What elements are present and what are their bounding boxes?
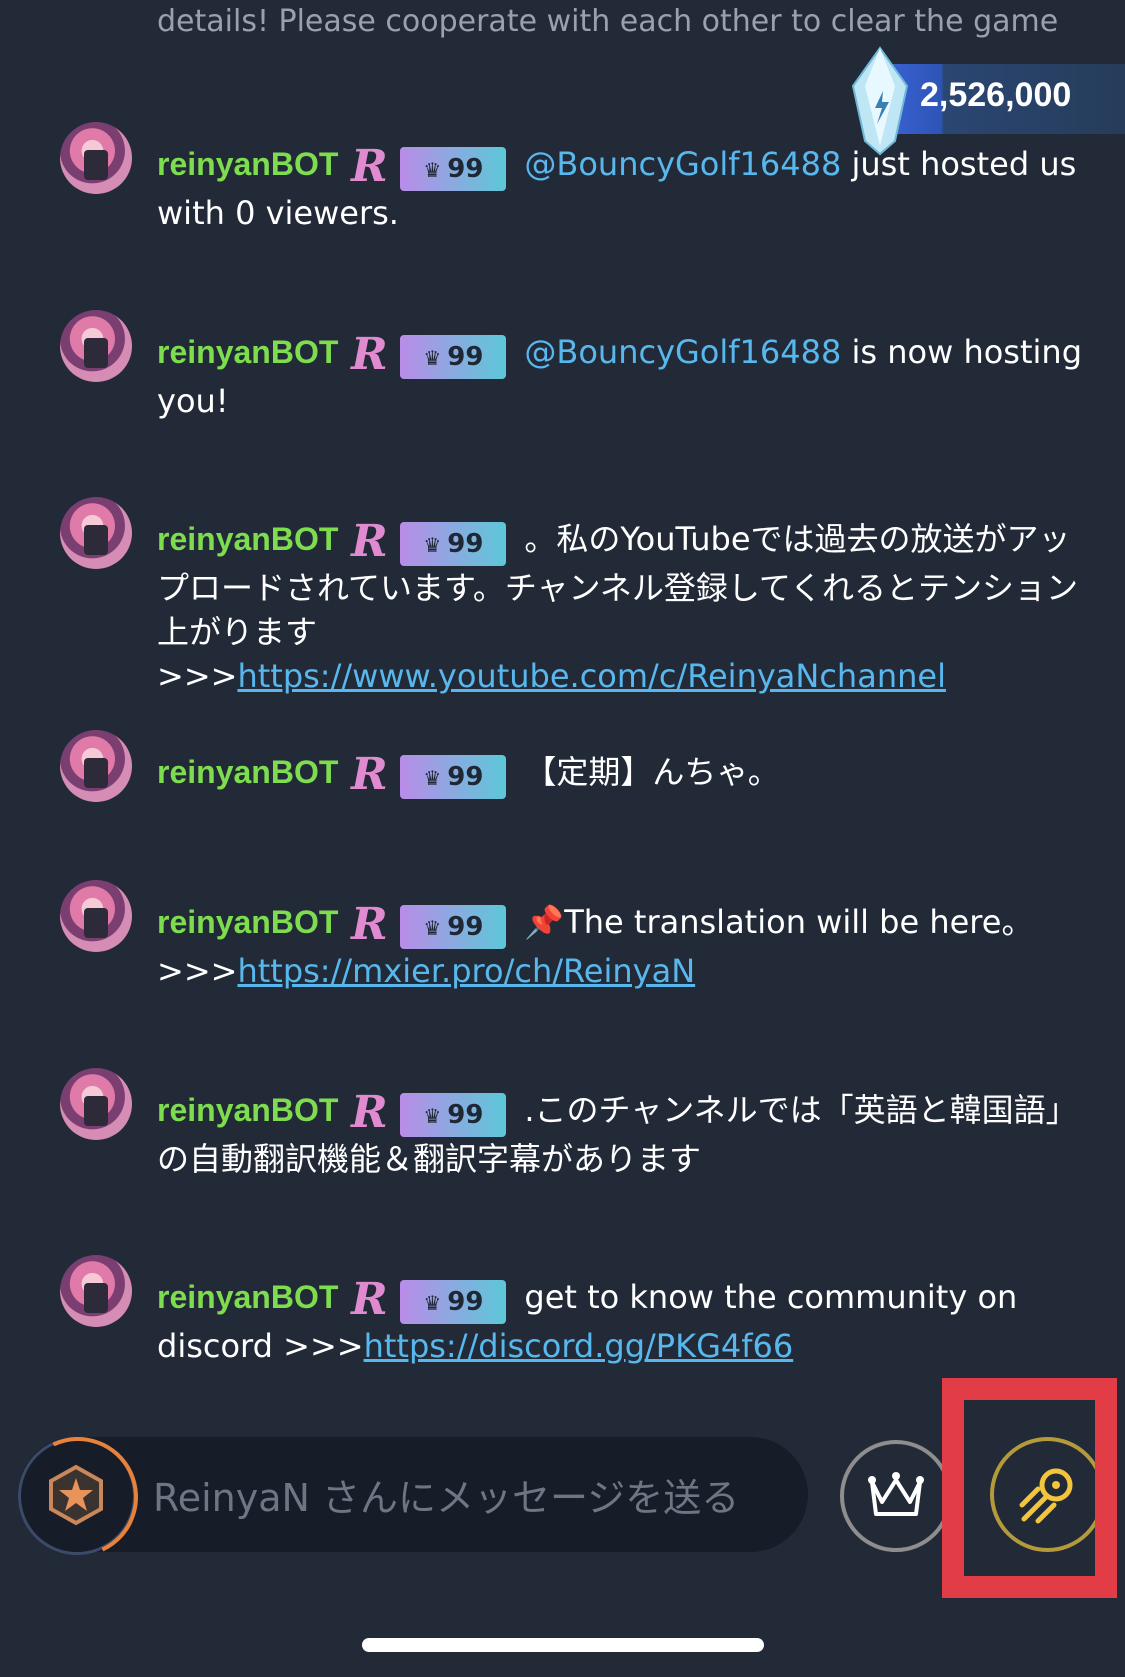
message-link[interactable]: https://www.youtube.com/c/ReinyaNchannel — [237, 657, 946, 695]
r-badge-icon: R — [351, 329, 388, 380]
r-badge-icon: R — [351, 141, 388, 192]
crown-small-icon: ♛ — [423, 766, 442, 790]
message-link[interactable]: https://discord.gg/PKG4f66 — [364, 1327, 794, 1365]
username[interactable]: reinyanBOT — [157, 1092, 338, 1128]
highlight-annotation — [942, 1378, 1117, 1598]
level-badge: ♛ 99 — [400, 905, 507, 949]
message-body: reinyanBOT R ♛ 99 【定期】んちゃ。 — [157, 750, 1102, 799]
username[interactable]: reinyanBOT — [157, 146, 338, 182]
crown-small-icon: ♛ — [423, 1291, 442, 1315]
user-mention[interactable]: @BouncyGolf16488 — [524, 333, 841, 371]
level-value: 99 — [447, 912, 484, 942]
crown-small-icon: ♛ — [423, 533, 442, 557]
username[interactable]: reinyanBOT — [157, 521, 338, 557]
username[interactable]: reinyanBOT — [157, 1279, 338, 1315]
r-badge-icon: R — [351, 899, 388, 950]
crown-small-icon: ♛ — [423, 916, 442, 940]
username[interactable]: reinyanBOT — [157, 334, 338, 370]
r-badge-icon: R — [351, 1087, 388, 1138]
user-avatar[interactable] — [60, 310, 132, 382]
level-badge: ♛ 99 — [400, 755, 507, 799]
level-value: 99 — [447, 1100, 484, 1130]
level-badge: ♛ 99 — [400, 522, 507, 566]
level-value: 99 — [447, 529, 484, 559]
user-avatar[interactable] — [60, 1255, 132, 1327]
crown-small-icon: ♛ — [423, 158, 442, 182]
r-badge-icon: R — [351, 749, 388, 800]
level-value: 99 — [447, 154, 484, 184]
message-input-bar[interactable]: ReinyaN さんにメッセージを送る — [1, 1420, 808, 1574]
message-body: reinyanBOT R ♛ 99 .このチャンネルでは「英語と韓国語」の自動翻訳機能＆… — [157, 1088, 1102, 1181]
level-badge: ♛ 99 — [400, 1093, 507, 1137]
message-body: reinyanBOT R ♛ 99 @BouncyGolf16488 just host… — [157, 142, 1102, 235]
message-body: reinyanBOT R ♛ 99 。私のYouTubeでは過去の放送がアップロードされ… — [157, 517, 1102, 698]
crown-icon — [868, 1472, 924, 1516]
level-value: 99 — [447, 1287, 484, 1317]
username[interactable]: reinyanBOT — [157, 754, 338, 790]
message-text: 【定期】んちゃ。 — [524, 753, 780, 791]
user-level-avatar[interactable] — [1, 1420, 155, 1574]
r-badge-icon: R — [351, 516, 388, 567]
crown-small-icon: ♛ — [423, 1104, 442, 1128]
username[interactable]: reinyanBOT — [157, 904, 338, 940]
gem-counter[interactable]: 2,526,000 — [845, 46, 1125, 156]
message-body: reinyanBOT R ♛ 99 get to know the community … — [157, 1275, 1102, 1368]
previous-message-text: details! Please cooperate with each othe… — [157, 4, 1057, 39]
crown-button[interactable] — [840, 1440, 952, 1552]
home-indicator[interactable] — [362, 1638, 764, 1652]
crystal-icon — [851, 46, 909, 156]
user-avatar[interactable] — [60, 1068, 132, 1140]
message-link[interactable]: https://mxier.pro/ch/ReinyaN — [237, 952, 695, 990]
r-badge-icon: R — [351, 1274, 388, 1325]
level-badge: ♛ 99 — [400, 147, 507, 191]
message-body: reinyanBOT R ♛ 99 @BouncyGolf16488 is now ho… — [157, 330, 1102, 423]
user-avatar[interactable] — [60, 880, 132, 952]
level-badge: ♛ 99 — [400, 1280, 507, 1324]
message-input[interactable]: ReinyaN さんにメッセージを送る — [153, 1467, 739, 1522]
user-avatar[interactable] — [60, 497, 132, 569]
user-avatar[interactable] — [60, 122, 132, 194]
message-body: reinyanBOT R ♛ 99 📌The translation will be h… — [157, 900, 1102, 993]
gem-count: 2,526,000 — [920, 76, 1072, 114]
hexagon-badge-icon — [49, 1464, 103, 1526]
level-value: 99 — [447, 342, 484, 372]
user-avatar[interactable] — [60, 730, 132, 802]
level-value: 99 — [447, 762, 484, 792]
level-badge: ♛ 99 — [400, 335, 507, 379]
crown-small-icon: ♛ — [423, 346, 442, 370]
user-mention[interactable]: @BouncyGolf16488 — [524, 145, 841, 183]
